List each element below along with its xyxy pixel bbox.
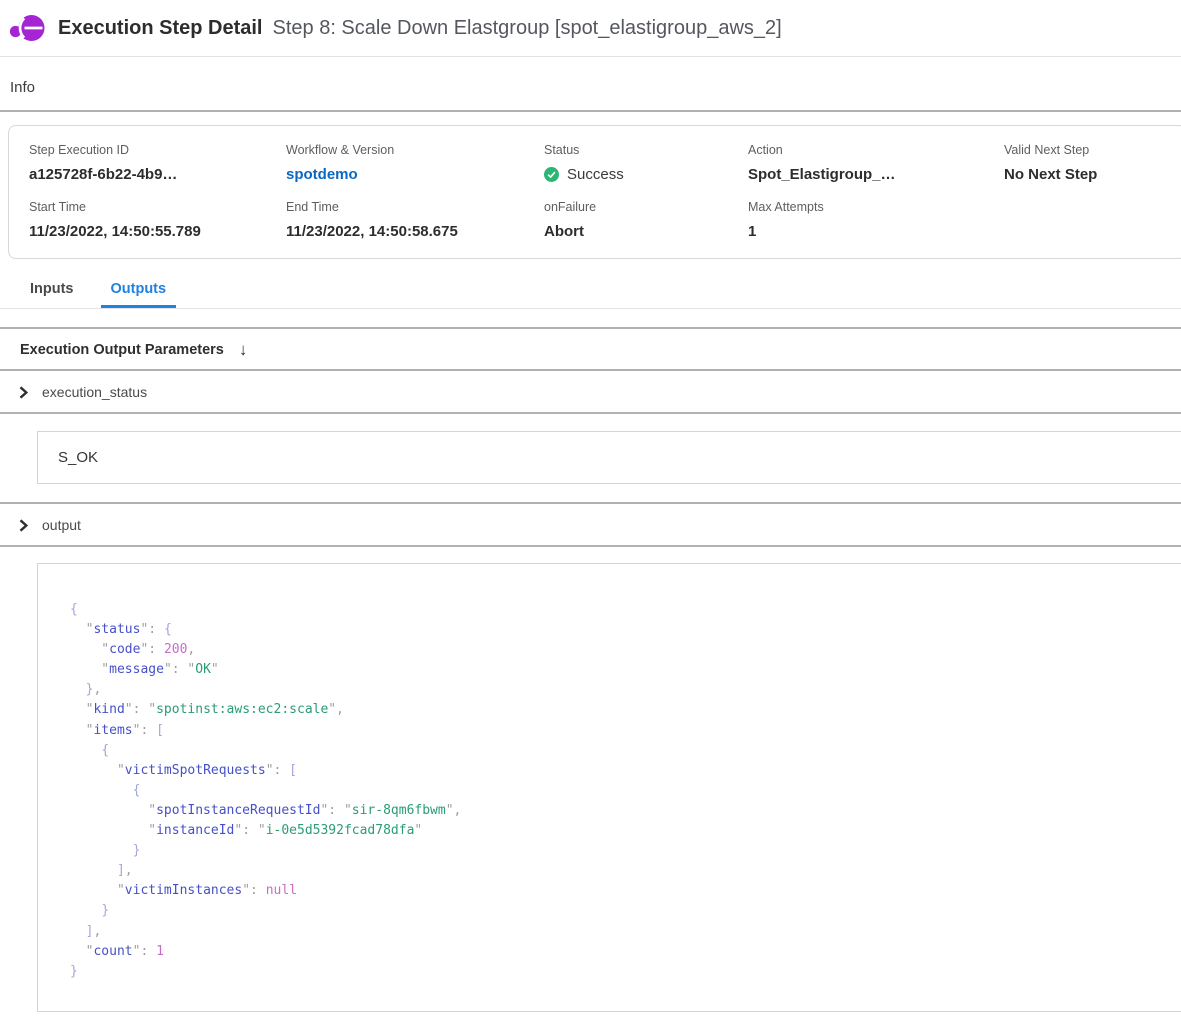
field-action: Action Spot_Elastigroup_… [748, 143, 1004, 183]
tab-inputs[interactable]: Inputs [20, 271, 84, 308]
field-label: Step Execution ID [29, 143, 286, 157]
page-title: Execution Step Detail [58, 17, 263, 40]
field-value: a125728f-6b22-4b9… [29, 166, 286, 183]
code-line: "victimInstances": null [70, 881, 1166, 901]
field-end-time: End Time 11/23/2022, 14:50:58.675 [286, 200, 544, 240]
field-start-time: Start Time 11/23/2022, 14:50:55.789 [29, 200, 286, 240]
field-onfailure: onFailure Abort [544, 200, 748, 240]
workflow-link[interactable]: spotdemo [286, 166, 544, 183]
info-section-label: Info [10, 79, 35, 96]
header-titles: Execution Step Detail Step 8: Scale Down… [58, 17, 782, 40]
collapse-arrow-icon[interactable]: ↓ [239, 341, 248, 358]
field-valid-next-step: Valid Next Step No Next Step [1004, 143, 1181, 183]
page-header: Execution Step Detail Step 8: Scale Down… [0, 0, 1181, 57]
param-row-execution-status[interactable]: execution_status [0, 371, 1181, 414]
field-value: Spot_Elastigroup_… [748, 166, 1004, 183]
execution-output-parameters-header: Execution Output Parameters ↓ [0, 329, 1181, 371]
success-check-icon [544, 167, 559, 182]
field-label: Workflow & Version [286, 143, 544, 157]
code-line: "spotInstanceRequestId": "sir-8qm6fbwm", [70, 801, 1166, 821]
execution-status-value: S_OK [58, 449, 98, 466]
code-line: } [70, 841, 1166, 861]
execution-status-value-box: S_OK [37, 431, 1181, 484]
code-line: "instanceId": "i-0e5d5392fcad78dfa" [70, 821, 1166, 841]
code-line: "count": 1 [70, 942, 1166, 962]
field-value: No Next Step [1004, 166, 1181, 183]
status-text: Success [567, 166, 624, 183]
field-status: Status Success [544, 143, 748, 183]
code-line: "items": [ [70, 721, 1166, 741]
code-line: { [70, 741, 1166, 761]
code-line: "message": "OK" [70, 660, 1166, 680]
code-line: } [70, 962, 1166, 982]
field-workflow-version: Workflow & Version spotdemo [286, 143, 544, 183]
output-json-code: { "status": { "code": 200, "message": "O… [70, 600, 1166, 982]
field-label: Valid Next Step [1004, 143, 1181, 157]
field-label: onFailure [544, 200, 748, 214]
field-label: Action [748, 143, 1004, 157]
field-label: End Time [286, 200, 544, 214]
code-line: ], [70, 922, 1166, 942]
code-line: { [70, 781, 1166, 801]
info-card: Step Execution ID a125728f-6b22-4b9… Wor… [8, 125, 1181, 259]
tab-bar: Inputs Outputs [0, 271, 1181, 309]
tab-outputs[interactable]: Outputs [101, 271, 177, 308]
code-line: "victimSpotRequests": [ [70, 761, 1166, 781]
field-value: 11/23/2022, 14:50:58.675 [286, 223, 544, 240]
chevron-right-icon [17, 386, 30, 399]
field-step-execution-id: Step Execution ID a125728f-6b22-4b9… [29, 143, 286, 183]
field-value: 1 [748, 223, 1004, 240]
code-line: "status": { [70, 620, 1166, 640]
code-line: } [70, 901, 1166, 921]
field-label: Start Time [29, 200, 286, 214]
field-label: Max Attempts [748, 200, 1004, 214]
code-line: { [70, 600, 1166, 620]
param-name: execution_status [42, 384, 147, 400]
param-name: output [42, 517, 81, 533]
field-empty-cell [1004, 200, 1181, 240]
field-label: Status [544, 143, 748, 157]
info-section-header: Info [0, 57, 1181, 112]
param-row-output[interactable]: output [0, 504, 1181, 547]
status-value: Success [544, 166, 748, 183]
field-max-attempts: Max Attempts 1 [748, 200, 1004, 240]
code-line: }, [70, 680, 1166, 700]
field-value: Abort [544, 223, 748, 240]
code-line: ], [70, 861, 1166, 881]
code-line: "kind": "spotinst:aws:ec2:scale", [70, 700, 1166, 720]
code-line: "code": 200, [70, 640, 1166, 660]
section-header-label: Execution Output Parameters [20, 342, 224, 358]
chevron-right-icon [17, 519, 30, 532]
app-logo-icon [8, 9, 46, 47]
page-subtitle: Step 8: Scale Down Elastgroup [spot_elas… [273, 17, 782, 40]
field-value: 11/23/2022, 14:50:55.789 [29, 223, 286, 240]
output-json-viewer: { "status": { "code": 200, "message": "O… [37, 563, 1181, 1012]
